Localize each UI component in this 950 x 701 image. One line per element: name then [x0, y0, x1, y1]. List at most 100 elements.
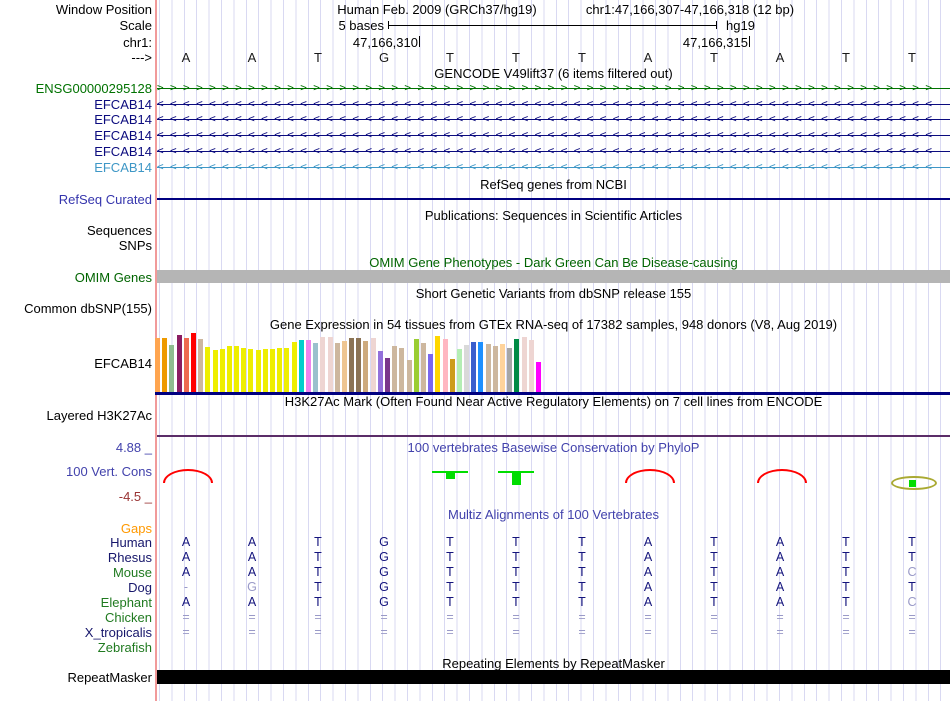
- gtex-bar-2[interactable]: [162, 338, 168, 392]
- gencode-gene-label-4[interactable]: EFCAB14: [94, 128, 152, 143]
- gtex-bar-4[interactable]: [176, 335, 182, 392]
- gtex-bar-5[interactable]: [183, 338, 189, 392]
- gtex-bar-13[interactable]: [241, 348, 247, 392]
- gtex-bar-35[interactable]: [399, 348, 405, 392]
- multiz-species-label-zebrafish[interactable]: Zebrafish: [98, 640, 152, 655]
- publications-sequences-label[interactable]: Sequences: [87, 223, 152, 238]
- gtex-bar-30[interactable]: [363, 341, 369, 392]
- gtex-bar-26[interactable]: [334, 343, 340, 392]
- multiz-species-label-rhesus[interactable]: Rhesus: [108, 550, 152, 565]
- publications-snps-label[interactable]: SNPs: [119, 238, 152, 253]
- gtex-bar-32[interactable]: [377, 351, 383, 392]
- gencode-gene-line-3[interactable]: <<<<<<<<<<<<<<<<<<<<<<<<<<<<<<<<<<<<<<<<…: [157, 112, 950, 126]
- phylop-track-label[interactable]: 100 Vert. Cons: [66, 464, 152, 479]
- gtex-bar-14[interactable]: [248, 349, 254, 392]
- gencode-gene-label-2[interactable]: EFCAB14: [94, 97, 152, 112]
- gtex-bar-21[interactable]: [298, 340, 304, 392]
- phylop-positive-bar-2[interactable]: [446, 472, 455, 479]
- gtex-bar-6[interactable]: [190, 333, 196, 392]
- repeatmasker-element-bar[interactable]: [157, 670, 950, 684]
- gtex-bar-51[interactable]: [514, 339, 520, 392]
- gtex-bar-16[interactable]: [262, 349, 268, 392]
- multiz-species-label-elephant[interactable]: Elephant: [101, 595, 152, 610]
- gtex-bar-46[interactable]: [478, 342, 484, 392]
- dbsnp-label[interactable]: Common dbSNP(155): [24, 301, 152, 316]
- gencode-gene-line-6[interactable]: <<<<<<<<<<<<<<<<<<<<<<<<<<<<<<<<<<<<<<<<…: [157, 160, 950, 174]
- phylop-oval-square-6[interactable]: [909, 480, 916, 487]
- gtex-expression-bars[interactable]: [155, 332, 541, 392]
- gtex-bar-1[interactable]: [155, 338, 160, 392]
- gtex-bar-49[interactable]: [500, 344, 505, 392]
- gencode-gene-line-5[interactable]: <<<<<<<<<<<<<<<<<<<<<<<<<<<<<<<<<<<<<<<<…: [157, 144, 950, 158]
- gtex-bar-25[interactable]: [327, 337, 333, 392]
- phylop-positive-bar-3[interactable]: [512, 472, 521, 485]
- multiz-base-rhesus-11: T: [842, 550, 850, 564]
- gtex-bar-40[interactable]: [435, 336, 441, 392]
- repeatmasker-label[interactable]: RepeatMasker: [67, 670, 152, 685]
- gtex-bar-20[interactable]: [291, 342, 297, 392]
- gtex-bar-29[interactable]: [356, 338, 362, 392]
- gtex-bar-31[interactable]: [370, 338, 376, 392]
- gtex-bar-39[interactable]: [428, 354, 434, 392]
- gtex-bar-36[interactable]: [406, 360, 412, 392]
- gtex-bar-48[interactable]: [492, 346, 498, 392]
- multiz-base-chicken-4: =: [380, 610, 388, 624]
- gtex-bar-28[interactable]: [349, 338, 355, 392]
- gtex-bar-34[interactable]: [392, 346, 398, 392]
- multiz-base-rhesus-4: G: [379, 550, 389, 564]
- multiz-base-mouse-7: T: [578, 565, 586, 579]
- gtex-bar-54[interactable]: [535, 362, 541, 392]
- gtex-bar-50[interactable]: [507, 348, 513, 392]
- gtex-bar-19[interactable]: [284, 348, 290, 392]
- gtex-bar-15[interactable]: [255, 350, 261, 392]
- multiz-base-chicken-10: =: [776, 610, 784, 624]
- gtex-bar-12[interactable]: [234, 346, 240, 392]
- refseq-gene-line[interactable]: [157, 198, 950, 200]
- gencode-gene-label-5[interactable]: EFCAB14: [94, 144, 152, 159]
- multiz-species-label-chicken[interactable]: Chicken: [105, 610, 152, 625]
- gencode-gene-line-1[interactable]: >>>>>>>>>>>>>>>>>>>>>>>>>>>>>>>>>>>>>>>>…: [157, 81, 950, 95]
- gtex-bar-3[interactable]: [169, 345, 175, 392]
- gencode-gene-line-2[interactable]: <<<<<<<<<<<<<<<<<<<<<<<<<<<<<<<<<<<<<<<<…: [157, 97, 950, 111]
- gtex-bar-43[interactable]: [456, 349, 462, 392]
- gencode-gene-label-1[interactable]: ENSG00000295128: [36, 81, 152, 96]
- gtex-bar-45[interactable]: [471, 342, 477, 392]
- gencode-gene-label-3[interactable]: EFCAB14: [94, 112, 152, 127]
- gtex-bar-23[interactable]: [313, 343, 319, 392]
- gtex-bar-41[interactable]: [442, 339, 448, 392]
- gtex-bar-22[interactable]: [305, 340, 311, 392]
- gtex-gene-label[interactable]: EFCAB14: [94, 356, 152, 371]
- position-label: chr1:47,166,307-47,166,318 (12 bp): [585, 2, 795, 17]
- gtex-bar-37[interactable]: [413, 339, 419, 392]
- gtex-bar-44[interactable]: [464, 345, 470, 392]
- multiz-species-label-gaps[interactable]: Gaps: [121, 521, 152, 536]
- gtex-bar-10[interactable]: [219, 349, 225, 392]
- multiz-species-label-human[interactable]: Human: [110, 535, 152, 550]
- refseq-curated-label[interactable]: RefSeq Curated: [59, 192, 152, 207]
- multiz-species-label-mouse[interactable]: Mouse: [113, 565, 152, 580]
- h3k27ac-label[interactable]: Layered H3K27Ac: [46, 408, 152, 423]
- gtex-bar-47[interactable]: [485, 344, 491, 392]
- gtex-bar-8[interactable]: [205, 347, 211, 392]
- omim-genes-label[interactable]: OMIM Genes: [75, 270, 152, 285]
- gtex-bar-18[interactable]: [277, 348, 283, 392]
- multiz-species-label-dog[interactable]: Dog: [128, 580, 152, 595]
- gtex-bar-7[interactable]: [198, 339, 204, 392]
- sequence-base-7: T: [578, 50, 586, 65]
- gtex-bar-38[interactable]: [420, 343, 426, 392]
- gtex-bar-33[interactable]: [385, 358, 390, 392]
- gtex-bar-52[interactable]: [521, 337, 527, 392]
- multiz-species-label-x_tropicalis[interactable]: X_tropicalis: [85, 625, 152, 640]
- multiz-base-elephant-12: C: [907, 595, 917, 609]
- gtex-bar-9[interactable]: [212, 350, 218, 392]
- omim-gene-bar[interactable]: [157, 270, 950, 283]
- gencode-gene-label-6[interactable]: EFCAB14: [94, 160, 152, 175]
- gtex-bar-53[interactable]: [528, 340, 534, 392]
- gtex-bar-27[interactable]: [341, 341, 347, 392]
- gtex-bar-17[interactable]: [270, 349, 275, 392]
- gtex-bar-42[interactable]: [449, 359, 455, 392]
- gtex-bar-24[interactable]: [320, 337, 326, 392]
- gencode-gene-line-4[interactable]: <<<<<<<<<<<<<<<<<<<<<<<<<<<<<<<<<<<<<<<<…: [157, 128, 950, 142]
- h3k27ac-signal-line[interactable]: [157, 435, 950, 437]
- gtex-bar-11[interactable]: [226, 346, 232, 392]
